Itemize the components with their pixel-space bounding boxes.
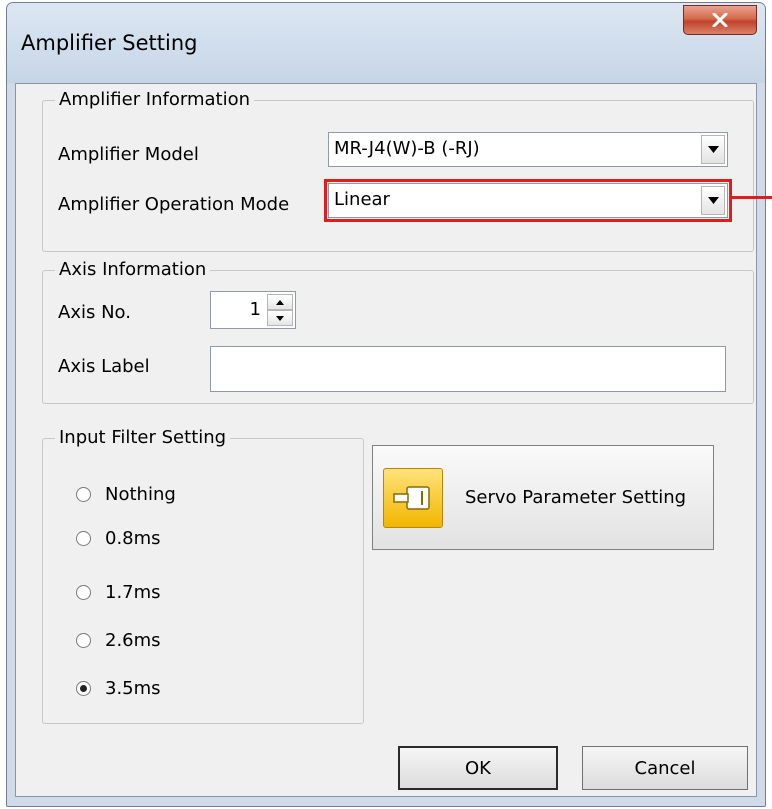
highlight-box [324, 179, 732, 222]
filter-option-2-6ms[interactable]: 2.6ms [76, 630, 161, 651]
operation-mode-label: Amplifier Operation Mode [58, 194, 290, 215]
group-legend: Input Filter Setting [55, 426, 231, 450]
axis-label-input[interactable] [210, 346, 726, 392]
ok-button[interactable]: OK [398, 746, 558, 790]
amplifier-setting-dialog: Amplifier Setting Amplifier Information … [6, 2, 766, 807]
cancel-button[interactable]: Cancel [582, 746, 748, 790]
stepper-down-button[interactable] [267, 310, 293, 326]
axis-no-value: 1 [249, 299, 261, 320]
filter-option-3-5ms[interactable]: 3.5ms [76, 678, 161, 699]
amplifier-information-group: Amplifier Information [42, 88, 754, 252]
close-button[interactable] [683, 5, 757, 35]
radio-label: Nothing [105, 484, 176, 505]
radio-label: 2.6ms [105, 630, 161, 651]
axis-label-label: Axis Label [58, 356, 150, 377]
radio-circle [76, 633, 91, 648]
filter-option-nothing[interactable]: Nothing [76, 484, 176, 505]
chevron-down-icon [707, 146, 719, 153]
title-bar[interactable]: Amplifier Setting [7, 3, 765, 83]
radio-circle [76, 531, 91, 546]
servo-motor-icon [383, 467, 443, 528]
filter-option-1-7ms[interactable]: 1.7ms [76, 582, 161, 603]
radio-circle [76, 585, 91, 600]
caret-down-icon [276, 315, 284, 321]
axis-no-stepper[interactable]: 1 [210, 291, 296, 329]
dropdown-button[interactable] [701, 135, 725, 164]
close-icon [712, 13, 728, 27]
radio-label: 1.7ms [105, 582, 161, 603]
callout-line [730, 196, 772, 199]
axis-no-label: Axis No. [58, 302, 131, 323]
stepper-up-button[interactable] [267, 294, 293, 310]
radio-label: 3.5ms [105, 678, 161, 699]
window-title: Amplifier Setting [21, 31, 198, 55]
radio-circle [76, 487, 91, 502]
group-legend: Axis Information [55, 258, 211, 282]
servo-parameter-setting-button[interactable]: Servo Parameter Setting [372, 445, 714, 550]
amplifier-model-label: Amplifier Model [58, 144, 199, 165]
group-legend: Amplifier Information [55, 88, 255, 112]
radio-circle-selected [76, 681, 91, 696]
caret-up-icon [276, 299, 284, 305]
servo-parameter-setting-label: Servo Parameter Setting [465, 487, 687, 508]
filter-option-0-8ms[interactable]: 0.8ms [76, 528, 161, 549]
amplifier-model-value: MR-J4(W)-B (-RJ) [334, 138, 480, 159]
dialog-client-area: Amplifier Information Amplifier Model MR… [15, 83, 757, 797]
radio-label: 0.8ms [105, 528, 161, 549]
amplifier-model-select[interactable]: MR-J4(W)-B (-RJ) [328, 132, 728, 167]
